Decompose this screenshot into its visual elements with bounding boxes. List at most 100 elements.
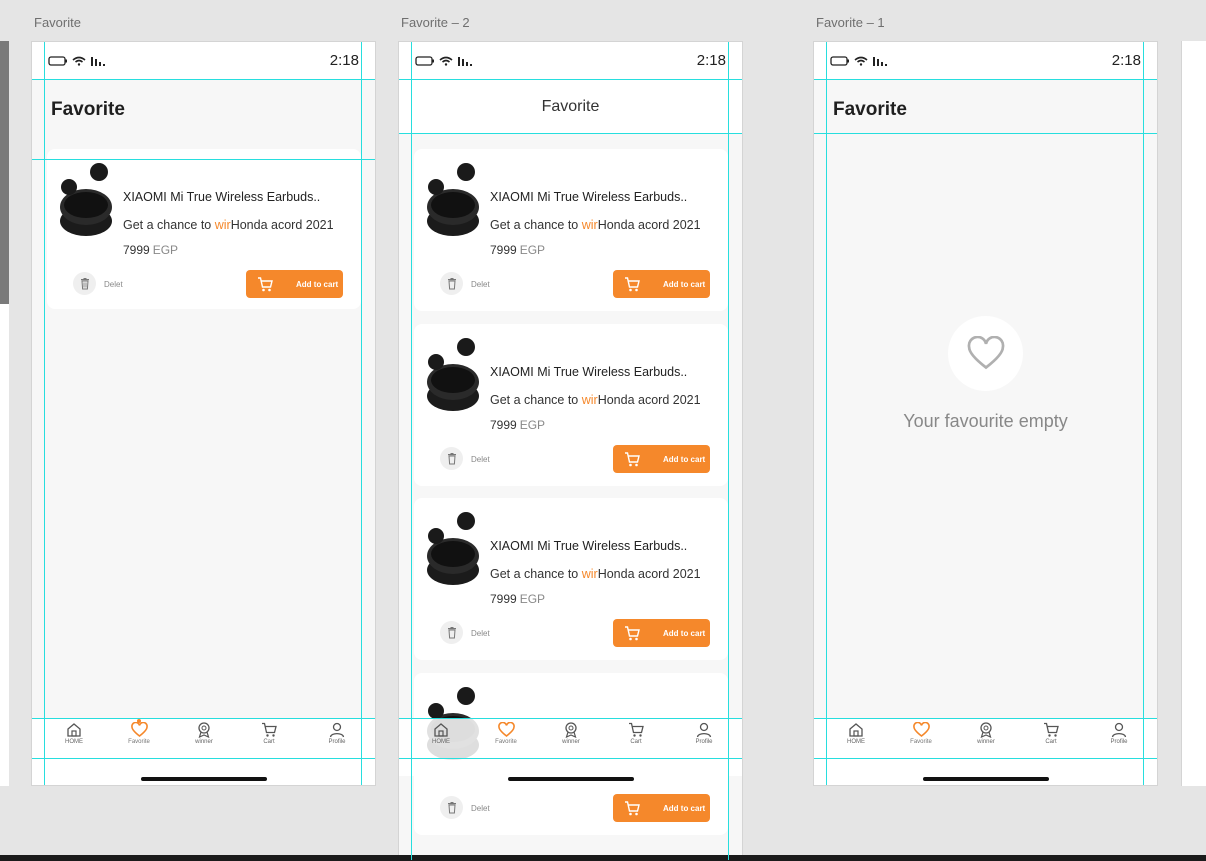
status-bar: 2:18: [814, 42, 1157, 79]
layout-guide: [814, 79, 1157, 80]
status-time: 2:18: [329, 52, 359, 69]
product-promo: Get a chance to wirHonda acord 2021: [490, 393, 701, 407]
add-to-cart-button[interactable]: Add to cart: [613, 445, 710, 473]
product-name[interactable]: XIAOMI Mi True Wireless Earbuds..: [490, 190, 687, 204]
tab-cart[interactable]: Cart: [611, 722, 661, 745]
layout-guide: [411, 42, 412, 860]
artboard-favorite-2[interactable]: 2:18 Favorite XIAOMI Mi True Wireless Ea…: [398, 41, 743, 861]
tab-cart[interactable]: Cart: [244, 722, 294, 745]
trash-icon: [447, 452, 456, 464]
empty-state-badge: [948, 316, 1023, 391]
artboard-title[interactable]: Favorite – 1: [816, 15, 885, 30]
wifi-icon: [439, 56, 453, 66]
delete-button[interactable]: [440, 621, 463, 644]
cart-icon: [625, 625, 640, 640]
tab-winner[interactable]: winner: [961, 722, 1011, 745]
product-name[interactable]: XIAOMI Mi True Wireless Earbuds..: [490, 539, 687, 553]
award-icon: [980, 722, 992, 738]
page-title: Favorite: [814, 79, 1157, 133]
heart-icon: [967, 335, 1004, 369]
tab-home[interactable]: HOME: [49, 722, 99, 745]
cart-icon: [625, 276, 640, 291]
artboard-title[interactable]: Favorite: [34, 15, 81, 30]
product-name[interactable]: XIAOMI Mi True Wireless Earbuds..: [490, 365, 687, 379]
tab-home[interactable]: HOME: [416, 722, 466, 745]
tab-favorite[interactable]: Favorite: [481, 722, 531, 745]
layout-guide: [361, 42, 362, 785]
tab-favorite[interactable]: Favorite: [896, 722, 946, 745]
signal-icon: [91, 56, 105, 66]
add-to-cart-button[interactable]: Add to cart: [613, 270, 710, 298]
layout-guide: [728, 42, 729, 860]
tab-profile[interactable]: Profile: [312, 722, 362, 745]
tab-label: Cart: [630, 739, 642, 745]
tab-label: winner: [195, 739, 213, 745]
home-indicator-area: [399, 758, 742, 781]
add-to-cart-label: Add to cart: [663, 454, 706, 464]
add-to-cart-button[interactable]: Add to cart: [246, 270, 343, 298]
cart-icon: [1044, 722, 1059, 737]
add-to-cart-label: Add to cart: [663, 628, 706, 638]
tab-winner[interactable]: winner: [179, 722, 229, 745]
layout-guide: [399, 758, 742, 759]
home-indicator: [141, 777, 267, 781]
favorite-card[interactable]: XIAOMI Mi True Wireless Earbuds.. Get a …: [47, 149, 361, 309]
tab-label: HOME: [65, 739, 83, 745]
user-icon: [1111, 722, 1127, 738]
artboard-favorite[interactable]: 2:18 Favorite XIAOMI Mi True Wireless Ea…: [31, 41, 376, 786]
battery-icon: [48, 55, 67, 66]
tab-profile[interactable]: Profile: [679, 722, 729, 745]
add-to-cart-button[interactable]: Add to cart: [613, 619, 710, 647]
delete-button[interactable]: [440, 272, 463, 295]
trash-icon: [447, 277, 456, 289]
product-price: 7999 EGP: [490, 592, 546, 606]
tab-cart[interactable]: Cart: [1026, 722, 1076, 745]
bottom-tab-bar: HOME Favorite winner Cart Profile: [814, 718, 1157, 758]
tab-label: HOME: [432, 739, 450, 745]
layout-guide: [814, 758, 1157, 759]
delete-label: Delet: [471, 629, 490, 638]
status-time: 2:18: [696, 52, 726, 69]
product-promo: Get a chance to wirHonda acord 2021: [490, 567, 701, 581]
tab-favorite[interactable]: Favorite: [114, 719, 164, 745]
product-price: 7999 EGP: [490, 243, 546, 257]
trash-icon: [80, 277, 89, 289]
layout-guide: [44, 42, 45, 785]
earbuds-image: [60, 163, 112, 236]
offscreen-artboard-photo: [0, 41, 9, 304]
tab-profile[interactable]: Profile: [1094, 722, 1144, 745]
taskbar-strip: [0, 855, 1206, 861]
layout-guide: [32, 159, 375, 160]
layout-guide: [399, 133, 742, 134]
tab-label: Cart: [1045, 739, 1057, 745]
tab-winner[interactable]: winner: [546, 722, 596, 745]
artboard-favorite-1[interactable]: 2:18 Favorite Your favourite empty HOME …: [813, 41, 1158, 786]
offscreen-artboard: [0, 304, 9, 786]
delete-label: Delet: [471, 455, 490, 464]
favorite-card[interactable]: XIAOMI Mi True Wireless Earbuds.. Get a …: [414, 498, 728, 660]
layout-guide: [32, 718, 375, 719]
product-price: 7999 EGP: [123, 243, 179, 257]
favorite-card[interactable]: XIAOMI Mi True Wireless Earbuds.. Get a …: [414, 149, 728, 311]
cart-icon: [262, 722, 277, 737]
delete-button[interactable]: [73, 272, 96, 295]
product-name[interactable]: XIAOMI Mi True Wireless Earbuds..: [123, 190, 320, 204]
heart-icon: [497, 722, 515, 738]
layout-guide: [399, 79, 742, 80]
cart-icon: [629, 722, 644, 737]
delete-button[interactable]: [440, 447, 463, 470]
tab-label: Favorite: [128, 739, 150, 745]
page-title: Favorite: [32, 79, 375, 159]
tab-label: Favorite: [495, 739, 517, 745]
delete-button[interactable]: [440, 796, 463, 819]
bottom-tab-bar: HOME Favorite winner Cart Profile: [32, 718, 375, 758]
delete-label: Delet: [104, 280, 123, 289]
add-to-cart-button[interactable]: Add to cart: [613, 794, 710, 822]
layout-guide: [32, 758, 375, 759]
favorite-card[interactable]: XIAOMI Mi True Wireless Earbuds.. Get a …: [414, 324, 728, 486]
artboard-title[interactable]: Favorite – 2: [401, 15, 470, 30]
tab-label: winner: [977, 739, 995, 745]
offscreen-artboard-right: [1181, 41, 1206, 786]
tab-home[interactable]: HOME: [831, 722, 881, 745]
home-indicator-area: [32, 758, 375, 785]
